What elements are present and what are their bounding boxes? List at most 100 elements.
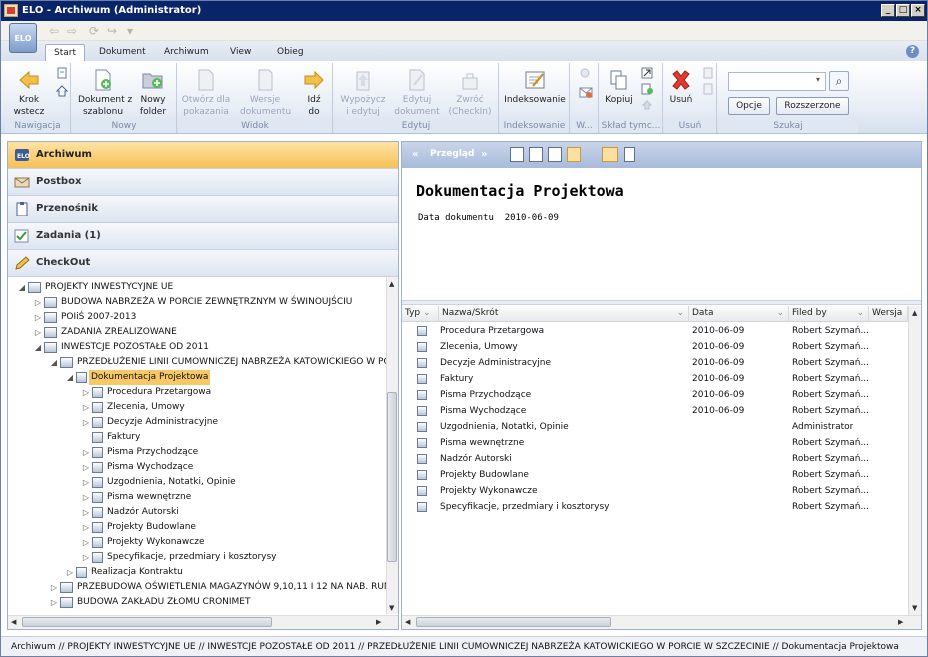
view-text-icon[interactable] <box>529 147 543 162</box>
move-arrow-icon[interactable] <box>641 67 653 79</box>
expand-toggle-icon[interactable]: ▷ <box>82 505 90 520</box>
nav-panel-elo-archive[interactable]: ELO Archiwum <box>8 142 398 169</box>
nav-panel-checkmark[interactable]: Zadania (1) <box>8 223 398 250</box>
list-scroll-up-icon[interactable]: ▲ <box>912 309 917 317</box>
view-single-icon[interactable] <box>510 147 524 162</box>
tree-node[interactable]: ◢ PRZEDŁUŻENIE LINII CUMOWNICZEJ NABRZEŻA… <box>8 355 386 370</box>
list-item[interactable]: Projekty Budowlane Robert Szymań... <box>402 467 907 483</box>
tree-node[interactable]: ▷ Nadzór Autorski <box>8 505 386 520</box>
new-folder-button[interactable]: Nowy folder <box>134 67 172 118</box>
view-split-icon[interactable] <box>548 147 562 162</box>
quick-back-icon[interactable]: ⇦ <box>49 24 59 38</box>
expand-toggle-icon[interactable]: ▷ <box>50 595 58 610</box>
list-item[interactable]: Zlecenia, Umowy 2010-06-09 Robert Szymań..… <box>402 339 907 355</box>
expand-toggle-icon[interactable]: ▷ <box>82 475 90 490</box>
expand-toggle-icon[interactable]: ▷ <box>50 580 58 595</box>
view-properties-icon[interactable] <box>602 147 618 162</box>
expand-toggle-icon[interactable]: ▷ <box>82 460 90 475</box>
quick-redo-icon[interactable]: ↪ <box>107 24 117 38</box>
maximize-button[interactable]: □ <box>896 4 910 17</box>
advanced-search-button[interactable]: Rozszerzone <box>776 97 849 115</box>
collapse-toggle-icon[interactable]: ◢ <box>50 355 58 370</box>
column-version[interactable]: Wersja <box>869 306 908 322</box>
help-icon[interactable]: ? <box>906 45 919 58</box>
expand-toggle-icon[interactable]: ▷ <box>82 445 90 460</box>
checkout-edit-button[interactable]: Wypożycz i edytuj <box>338 67 388 118</box>
expand-toggle-icon[interactable]: ▷ <box>82 535 90 550</box>
checkin-button[interactable]: Zwróć (CheckIn) <box>446 67 494 118</box>
tree-node[interactable]: ◢ Dokumentacja Projektowa <box>8 370 386 385</box>
expand-toggle-icon[interactable]: ▷ <box>82 550 90 565</box>
delete-button[interactable]: Usuń <box>666 67 696 106</box>
search-input[interactable] <box>728 72 826 91</box>
list-vertical-scrollbar[interactable] <box>908 306 921 615</box>
tree-node[interactable]: ◢ INWESTCJE POZOSTAŁE OD 2011 <box>8 340 386 355</box>
tab-view[interactable]: View <box>222 44 259 61</box>
tree-node[interactable]: ▷ Projekty Budowlane <box>8 520 386 535</box>
tree-node[interactable]: ▷ ZADANIA ZREALIZOWANE <box>8 325 386 340</box>
collapse-toggle-icon[interactable]: ◢ <box>18 280 26 295</box>
tree-node[interactable]: ▷ Realizacja Kontraktu <box>8 565 386 580</box>
list-item[interactable]: Uzgodnienia, Notatki, Opinie Administrato… <box>402 419 907 435</box>
list-scroll-left-icon[interactable]: ◀ <box>405 618 410 626</box>
template-document-button[interactable]: Dokument z szablonu <box>78 67 132 118</box>
scroll-up-icon[interactable]: ▲ <box>389 280 394 288</box>
back-button[interactable]: Krok wstecz <box>9 67 49 118</box>
home-icon[interactable] <box>55 85 69 97</box>
go-to-button[interactable]: Idź do <box>300 67 328 118</box>
open-preview-button[interactable]: Otwórz dla pokazania <box>180 67 232 118</box>
collapse-toggle-icon[interactable]: ◢ <box>66 370 74 385</box>
list-item[interactable]: Procedura Przetargowa 2010-06-09 Robert Sz… <box>402 323 907 339</box>
minimize-button[interactable]: _ <box>881 4 895 17</box>
quick-forward-icon[interactable]: ⇨ <box>67 24 77 38</box>
quick-refresh-icon[interactable]: ⟳ <box>89 24 99 38</box>
document-arrow-icon[interactable] <box>56 67 68 79</box>
send-mail-icon[interactable] <box>579 85 593 99</box>
delete-document-icon[interactable] <box>702 67 714 79</box>
tree-node[interactable]: ▷ Uzgodnienia, Notatki, Opinie <box>8 475 386 490</box>
tree-node[interactable]: ▷ Specyfikacje, przedmiary i kosztorysy <box>8 550 386 565</box>
list-item[interactable]: Pisma Wychodzące 2010-06-09 Robert Szymań.… <box>402 403 907 419</box>
expand-toggle-icon[interactable]: ▷ <box>34 325 42 340</box>
tree-node[interactable]: ◢ PROJEKTY INWESTYCYJNE UE <box>8 280 386 295</box>
list-scroll-down-icon[interactable]: ▼ <box>912 604 917 612</box>
scroll-right-icon[interactable]: ▶ <box>376 618 381 626</box>
view-page-icon[interactable] <box>624 147 635 162</box>
tree-node[interactable]: ▷ Pisma wewnętrzne <box>8 490 386 505</box>
preview-prev-button[interactable]: « <box>412 149 418 160</box>
nav-panel-clipboard[interactable]: Przenośnik <box>8 196 398 223</box>
expand-toggle-icon[interactable]: ▷ <box>34 310 42 325</box>
panel-splitter[interactable] <box>402 300 921 305</box>
expand-toggle-icon[interactable]: ▷ <box>82 490 90 505</box>
scroll-down-icon[interactable]: ▼ <box>389 604 394 612</box>
tree-node[interactable]: ▷ Pisma Przychodzące <box>8 445 386 460</box>
close-button[interactable]: × <box>911 4 925 17</box>
workflow-icon[interactable] <box>579 67 591 79</box>
paste-icon[interactable] <box>641 99 653 111</box>
tab-archiwum[interactable]: Archiwum <box>156 44 217 61</box>
column-date[interactable]: Data ⌄ <box>689 306 789 322</box>
tree-node[interactable]: ▷ Projekty Wykonawcze <box>8 535 386 550</box>
paste-link-icon[interactable] <box>641 83 653 95</box>
list-item[interactable]: Faktury 2010-06-09 Robert Szymań... <box>402 371 907 387</box>
tree-node[interactable]: Faktury <box>8 430 386 445</box>
search-dropdown-chevron-icon[interactable]: ▾ <box>816 75 820 84</box>
list-item[interactable]: Projekty Wykonawcze Robert Szymań... <box>402 483 907 499</box>
column-name[interactable]: Nazwa/Skrót ⌄ <box>439 306 689 322</box>
tree-node[interactable]: ▷ Pisma Wychodzące <box>8 460 386 475</box>
tab-dokument[interactable]: Dokument <box>91 44 154 61</box>
expand-toggle-icon[interactable]: ▷ <box>66 565 74 580</box>
list-item[interactable]: Pisma wewnętrzne Robert Szymań... <box>402 435 907 451</box>
copy-button[interactable]: Kopiuj <box>602 67 636 106</box>
column-typ[interactable]: Typ ⌄ <box>402 306 439 322</box>
list-item[interactable]: Specyfikacje, przedmiary i kosztorysy Rob… <box>402 499 907 515</box>
scroll-left-icon[interactable]: ◀ <box>11 618 16 626</box>
tree-node[interactable]: ▷ POIiŚ 2007-2013 <box>8 310 386 325</box>
tree-node[interactable]: ▷ Zlecenia, Umowy <box>8 400 386 415</box>
tree-scroll-thumb[interactable] <box>387 392 397 562</box>
edit-document-button[interactable]: Edytuj dokument <box>394 67 440 118</box>
delete-version-icon[interactable] <box>702 83 714 95</box>
list-item[interactable]: Pisma Przychodzące 2010-06-09 Robert Szyma… <box>402 387 907 403</box>
view-preview-icon[interactable] <box>567 147 581 162</box>
indexing-button[interactable]: Indeksowanie <box>504 67 566 106</box>
